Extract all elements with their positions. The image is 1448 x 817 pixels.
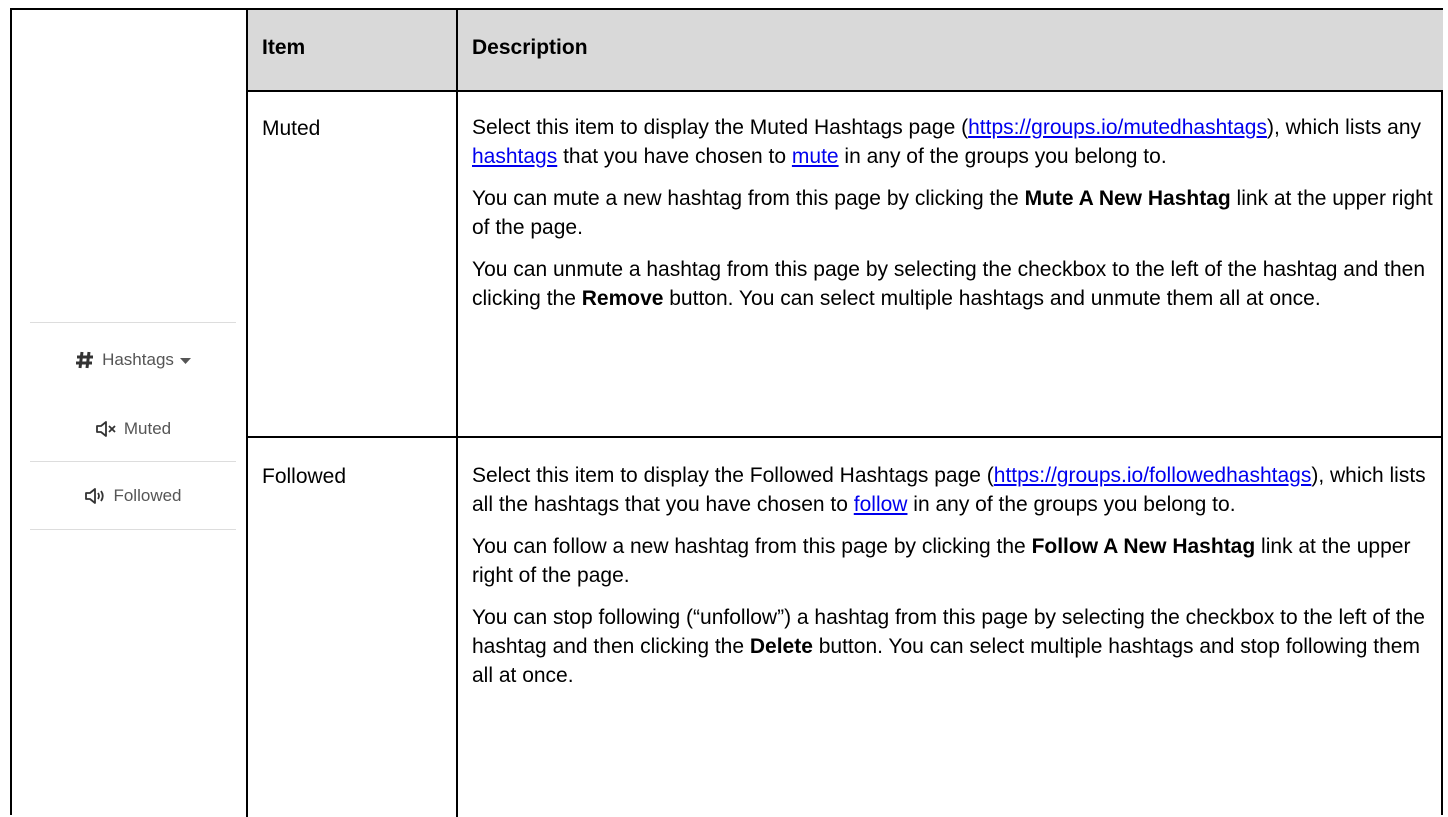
table-header-row [248,10,1443,92]
header-description: Description [472,36,588,59]
text-segment: Select this item to display the Muted Ha… [472,116,969,139]
text-segment: You can mute a new hashtag from this pag… [472,187,1025,210]
speaker-on-icon [84,487,106,504]
link[interactable]: mute [792,145,839,168]
text-segment: in any of the groups you belong to. [838,145,1167,168]
bold-term: Mute A New Hashtag [1024,187,1231,210]
text-segment: Select this item to display the Followed… [472,464,994,487]
hashtags-menu-toggle[interactable]: Hashtags [22,323,244,397]
description-paragraph: You can unmute a hashtag from this page … [472,255,1437,313]
reference-table: Item Description Muted Followed Select t… [10,8,1443,817]
menu-item-followed[interactable]: Followed [22,462,244,529]
description-paragraph: You can follow a new hashtag from this p… [472,532,1437,590]
text-segment: in any of the groups you belong to. [907,493,1236,516]
row-description-muted: Select this item to display the Muted Ha… [472,113,1437,326]
speaker-muted-icon [95,421,117,437]
text-segment: ), which lists any [1266,116,1422,139]
followed-label: Followed [113,485,182,505]
description-paragraph: You can stop following (“unfollow”) a ha… [472,603,1437,690]
row-description-followed: Select this item to display the Followed… [472,461,1437,703]
text-segment: You can follow a new hashtag from this p… [472,535,1032,558]
caret-down-icon [179,350,191,370]
description-paragraph: Select this item to display the Followed… [472,461,1437,519]
text-segment: button. You can select multiple hashtags… [663,287,1321,310]
row-label-followed: Followed [262,465,347,488]
bold-term: Delete [749,635,813,658]
link[interactable]: https://groups.io/followedhashtags [994,464,1312,487]
header-item: Item [262,36,306,59]
menu-item-muted[interactable]: Muted [22,397,244,461]
muted-label: Muted [123,419,172,438]
hashtags-label: Hashtags [102,350,174,369]
text-segment: that you have chosen to [557,145,792,168]
bold-term: Remove [581,287,664,310]
hash-icon [75,350,95,370]
row-label-muted: Muted [262,117,321,140]
link[interactable]: https://groups.io/mutedhashtags [968,116,1267,139]
link[interactable]: hashtags [472,145,557,168]
hashtags-menu: Hashtags Muted Followed [22,322,244,530]
description-paragraph: You can mute a new hashtag from this pag… [472,184,1437,242]
description-paragraph: Select this item to display the Muted Ha… [472,113,1437,171]
link[interactable]: follow [854,493,908,516]
bold-term: Follow A New Hashtag [1031,535,1256,558]
